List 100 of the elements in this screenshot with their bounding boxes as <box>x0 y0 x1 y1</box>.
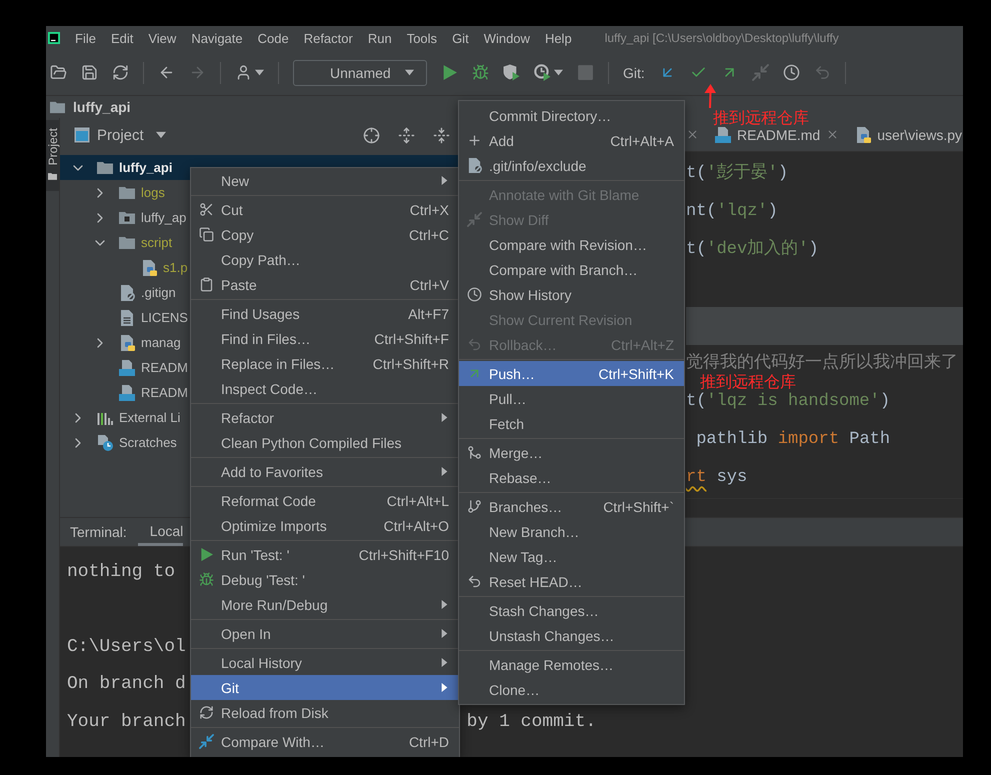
menu-bar-item[interactable]: Code <box>258 30 289 46</box>
menu-item[interactable]: Pull… <box>459 386 684 411</box>
arrow-left-icon[interactable] <box>158 64 175 81</box>
play-icon[interactable] <box>441 64 458 81</box>
menu-item[interactable]: Reformat Code Ctrl+Alt+L <box>191 488 459 513</box>
folder-icon <box>48 172 57 182</box>
menu-item[interactable]: New Tag… <box>459 544 684 569</box>
menu-item[interactable]: Push… Ctrl+Shift+K <box>459 361 684 386</box>
menu-item[interactable]: Compare With… Ctrl+D <box>191 729 459 754</box>
menu-item[interactable]: Find Usages Alt+F7 <box>191 301 459 326</box>
menu-item[interactable]: Show History <box>459 282 684 307</box>
run-config-dropdown[interactable]: Unnamed <box>293 60 427 86</box>
folder-open-icon[interactable] <box>50 64 67 81</box>
tree-item[interactable]: READM <box>119 360 188 376</box>
markdown-file-icon <box>119 360 135 376</box>
menu-bar-item[interactable]: Window <box>484 30 530 46</box>
menu-item[interactable]: Rebase… <box>459 465 684 490</box>
save-icon[interactable] <box>81 64 98 81</box>
menu-item[interactable]: Paste Ctrl+V <box>191 272 459 297</box>
collapse-all-icon[interactable] <box>433 126 450 144</box>
bug-icon[interactable] <box>472 64 489 81</box>
menu-item[interactable]: Git <box>191 675 459 700</box>
refresh-icon <box>198 705 214 720</box>
menu-item[interactable]: Clean Python Compiled Files <box>191 430 459 455</box>
code-line: 觉得我的代码好一点所以我冲回来了 <box>686 354 958 374</box>
menu-item[interactable]: Add Ctrl+Alt+A <box>459 128 684 153</box>
menu-item[interactable]: Add to Favorites <box>191 459 459 484</box>
menu-item[interactable]: Fetch <box>459 411 684 436</box>
tree-item[interactable]: External Li <box>70 410 180 426</box>
project-view-dropdown[interactable]: Project <box>97 126 166 144</box>
markdown-file-icon <box>714 126 731 142</box>
menu-item[interactable]: Local History <box>191 650 459 675</box>
tree-item[interactable]: LICENS <box>119 310 188 326</box>
close-icon[interactable] <box>686 128 699 141</box>
refresh-icon[interactable] <box>112 64 129 81</box>
menu-item[interactable]: Merge… <box>459 440 684 465</box>
tree-item[interactable]: .gitign <box>119 284 176 300</box>
menu-item[interactable]: Compare with Revision… <box>459 232 684 257</box>
menu-bar-item[interactable]: Git <box>452 30 469 46</box>
menu-item[interactable]: Cut Ctrl+X <box>191 197 459 222</box>
menu-item[interactable]: New Branch… <box>459 519 684 544</box>
undo-icon <box>466 337 482 352</box>
menu-item[interactable]: Reset HEAD… <box>459 569 684 594</box>
menu-item[interactable]: More Run/Debug <box>191 592 459 617</box>
shield-play-icon[interactable] <box>503 64 520 81</box>
menu-item[interactable]: Run 'Test: ' Ctrl+Shift+F10 <box>191 542 459 567</box>
editor-tab[interactable]: user\views.py <box>855 126 962 142</box>
expand-all-icon[interactable] <box>398 126 415 144</box>
menu-item[interactable]: Open In <box>191 621 459 646</box>
file-ban-icon <box>119 284 135 300</box>
caret-down-icon[interactable] <box>554 68 563 77</box>
breadcrumb[interactable]: luffy_api <box>73 99 131 115</box>
menu-bar-item[interactable]: Run <box>368 30 392 46</box>
caret-down-icon[interactable] <box>255 68 264 77</box>
menu-item[interactable]: Optimize Imports Ctrl+Alt+O <box>191 513 459 538</box>
menu-item[interactable]: Reload from Disk <box>191 700 459 725</box>
menu-item[interactable]: Inspect Code… <box>191 376 459 401</box>
menu-bar-item[interactable]: File <box>75 30 96 46</box>
menu-item[interactable]: Clone… <box>459 677 684 702</box>
tree-item[interactable]: luffy_api <box>70 160 172 176</box>
close-icon[interactable] <box>826 128 840 141</box>
tree-item[interactable]: Scratches <box>70 434 177 450</box>
menu-bar-item[interactable]: Edit <box>110 30 134 46</box>
clock-play-icon[interactable] <box>534 64 551 81</box>
menu-item[interactable]: Unstash Changes… <box>459 623 684 648</box>
code-line: t('lqz is handsome') <box>686 392 890 412</box>
menu-item[interactable]: Replace in Files… Ctrl+Shift+R <box>191 351 459 376</box>
python-file-icon <box>119 334 135 350</box>
menu-item[interactable]: Debug 'Test: ' <box>191 567 459 592</box>
menu-bar-item[interactable]: Navigate <box>191 30 243 46</box>
menu-bar-item[interactable]: View <box>148 30 176 46</box>
menu-item[interactable]: Refactor <box>191 405 459 430</box>
tree-item[interactable]: READM <box>119 384 188 400</box>
menu-item[interactable]: Manage Remotes… <box>459 652 684 677</box>
menu-bar-item[interactable]: Tools <box>406 30 438 46</box>
branch-icon <box>466 499 482 514</box>
plus-icon <box>466 133 482 148</box>
menu-bar-item[interactable]: Refactor <box>304 30 353 46</box>
menu-item[interactable]: Branches… Ctrl+Shift+` <box>459 494 684 519</box>
tree-item[interactable]: logs <box>92 184 165 200</box>
menu-item[interactable]: Compare with Branch… <box>459 257 684 282</box>
menu-item[interactable]: Commit Directory… <box>459 103 684 128</box>
menu-item[interactable]: Copy Path… <box>191 247 459 272</box>
crosshair-icon[interactable] <box>363 126 380 144</box>
menu-item[interactable]: Stash Changes… <box>459 598 684 623</box>
menu-bar-item[interactable]: Help <box>544 30 572 46</box>
tool-window-tab[interactable]: Project <box>46 120 59 192</box>
tree-item[interactable]: script <box>92 234 172 250</box>
clock-icon[interactable] <box>782 64 800 81</box>
editor-tab[interactable]: README.md <box>714 126 840 142</box>
menu-item[interactable]: Copy Ctrl+C <box>191 222 459 247</box>
menu-item[interactable]: New <box>191 168 459 193</box>
tree-item[interactable]: s1.p <box>141 260 188 276</box>
menu-item[interactable]: Find in Files… Ctrl+Shift+F <box>191 326 459 351</box>
menu-item[interactable]: .git/info/exclude <box>459 153 684 178</box>
keyboard-shortcut: Ctrl+Shift+F <box>373 330 449 346</box>
user-icon[interactable] <box>235 64 252 81</box>
tree-item[interactable]: luffy_ap <box>92 210 186 226</box>
tree-item[interactable]: manag <box>92 334 181 350</box>
terminal-text: C:\Users\ol <box>67 636 186 657</box>
